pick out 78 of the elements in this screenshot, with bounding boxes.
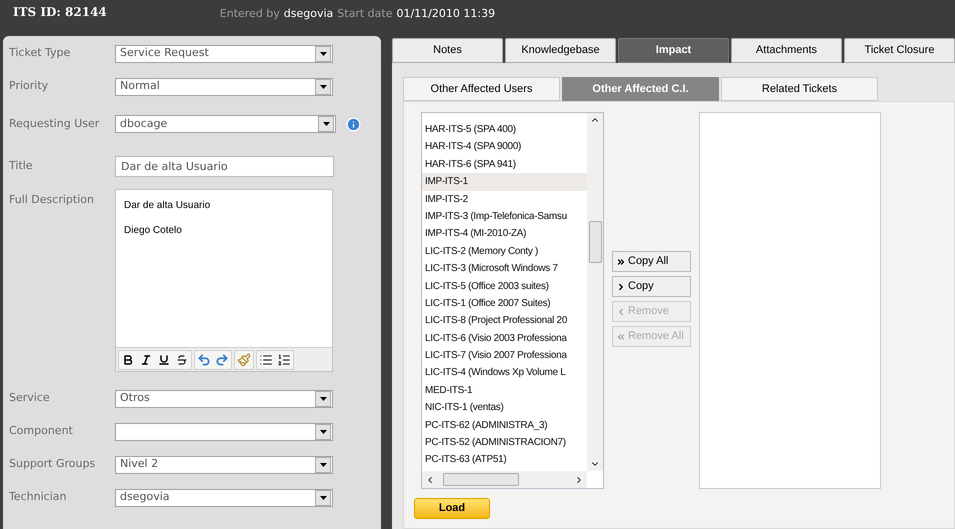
- list-item[interactable]: LIC-ITS-2 (Memory Conty ): [422, 242, 587, 260]
- list-item[interactable]: NIC-ITS-1 (ventas): [422, 399, 587, 417]
- ticket-id: ITS ID: 82144: [13, 4, 107, 21]
- select-field[interactable]: Service Request: [115, 44, 333, 62]
- list-item[interactable]: LIC-ITS-8 (Project Professional 20: [422, 312, 587, 330]
- select-field[interactable]: Normal: [115, 78, 333, 96]
- dropdown-arrow-button[interactable]: [315, 456, 331, 472]
- dropdown-arrow-button[interactable]: [315, 490, 331, 506]
- dropdown-arrow-button[interactable]: [318, 116, 334, 132]
- scroll-thumb[interactable]: [443, 473, 519, 486]
- subtab[interactable]: Other Affected C.I.: [562, 77, 719, 101]
- description-text: Dar de alta Usuario: [124, 199, 212, 213]
- start-date-label: Start date: [337, 6, 392, 22]
- field-label: Technician: [9, 489, 68, 506]
- list-item[interactable]: PC-ITS-63 (ATP51): [422, 451, 587, 469]
- info-icon[interactable]: [346, 116, 361, 132]
- tab[interactable]: Knowledgebase: [505, 38, 616, 63]
- description-text: Diego Cotelo: [124, 224, 183, 238]
- caret-icon: [320, 84, 326, 88]
- caret-icon: [320, 396, 326, 400]
- field-label: Requesting User: [9, 116, 100, 132]
- caret-icon: [320, 462, 326, 466]
- caret-icon: [320, 496, 326, 500]
- start-date-value: 01/11/2010 11:39: [396, 6, 496, 22]
- dropdown-arrow-button[interactable]: [315, 78, 331, 94]
- dropdown-arrow-button[interactable]: [315, 390, 331, 406]
- subtab[interactable]: Other Affected Users: [403, 77, 560, 101]
- list-item[interactable]: HAR-ITS-5 (SPA 400): [422, 121, 587, 138]
- list-item[interactable]: PC-ITS-52 (ADMINISTRACION7): [422, 434, 587, 452]
- list-item[interactable]: LIC-ITS-5 (Office 2003 suites): [422, 278, 587, 295]
- tab[interactable]: Notes: [392, 38, 503, 63]
- field-label: Full Description: [9, 192, 95, 208]
- select-field[interactable]: dbocage: [115, 115, 336, 133]
- list-item[interactable]: HAR-ITS-6 (SPA 941): [422, 156, 587, 174]
- caret-icon: [322, 122, 330, 126]
- field-label: Title: [9, 158, 34, 174]
- scroll-thumb[interactable]: [588, 221, 602, 263]
- arrow-icon: [616, 256, 626, 266]
- list-item[interactable]: MED-ITS-1: [422, 382, 587, 400]
- field-label: Support Groups: [9, 456, 96, 472]
- select-field[interactable]: Nivel 2: [115, 456, 333, 474]
- list-item[interactable]: IMP-ITS-2: [422, 190, 587, 208]
- dropdown-arrow-button[interactable]: [315, 46, 331, 62]
- load-button[interactable]: Load: [414, 498, 490, 519]
- arrow-icon: [616, 332, 626, 342]
- caret-icon: [320, 52, 326, 56]
- horizontal-scrollbar[interactable]: [422, 471, 587, 488]
- list-item[interactable]: LIC-ITS-7 (Visio 2007 Professiona: [422, 347, 587, 364]
- transfer-button[interactable]: Copy: [612, 276, 691, 297]
- tab[interactable]: Attachments: [731, 38, 842, 63]
- field-label: Component: [9, 423, 74, 440]
- list-item[interactable]: LIC-ITS-1 (Office 2007 Suites): [422, 294, 587, 312]
- list-item[interactable]: HAR-ITS-4 (SPA 9000): [422, 138, 587, 156]
- list-item[interactable]: PC-ITS-62 (ADMINISTRA_3): [422, 416, 587, 434]
- vertical-scrollbar[interactable]: [587, 113, 603, 471]
- field-label: Priority: [9, 78, 50, 94]
- select-field[interactable]: [115, 422, 333, 440]
- list-item[interactable]: LIC-ITS-6 (Visio 2003 Professiona: [422, 330, 587, 348]
- list-item[interactable]: IMP-ITS-4 (MI-2010-ZA): [422, 225, 587, 243]
- subtab[interactable]: Related Tickets: [721, 77, 878, 101]
- dropdown-arrow-button[interactable]: [315, 424, 331, 440]
- select-field[interactable]: Otros: [115, 390, 333, 408]
- entered-by-label: Entered by: [220, 6, 280, 22]
- list-item[interactable]: IMP-ITS-3 (Imp-Telefonica-Samsu: [422, 208, 587, 226]
- list-item[interactable]: LIC-ITS-3 (Microsoft Windows 7: [422, 260, 587, 278]
- list-item[interactable]: IMP-ITS-1: [422, 173, 587, 191]
- caret-icon: [320, 430, 326, 434]
- title-input[interactable]: Dar de alta Usuario: [115, 156, 334, 176]
- entered-by-value: dsegovia: [284, 6, 334, 22]
- available-items-list[interactable]: [421, 112, 604, 489]
- rich-text-editor[interactable]: Dar de alta Usuario Diego Cotelo: [115, 189, 333, 372]
- tab[interactable]: Impact: [618, 38, 729, 63]
- transfer-button[interactable]: Copy All: [612, 251, 691, 272]
- list-item[interactable]: LIC-ITS-4 (Windows Xp Volume L: [422, 364, 587, 382]
- field-label: Ticket Type: [9, 45, 72, 62]
- tab[interactable]: Ticket Closure: [844, 38, 955, 63]
- field-label: Service: [9, 390, 51, 406]
- select-field[interactable]: dsegovia: [115, 488, 333, 506]
